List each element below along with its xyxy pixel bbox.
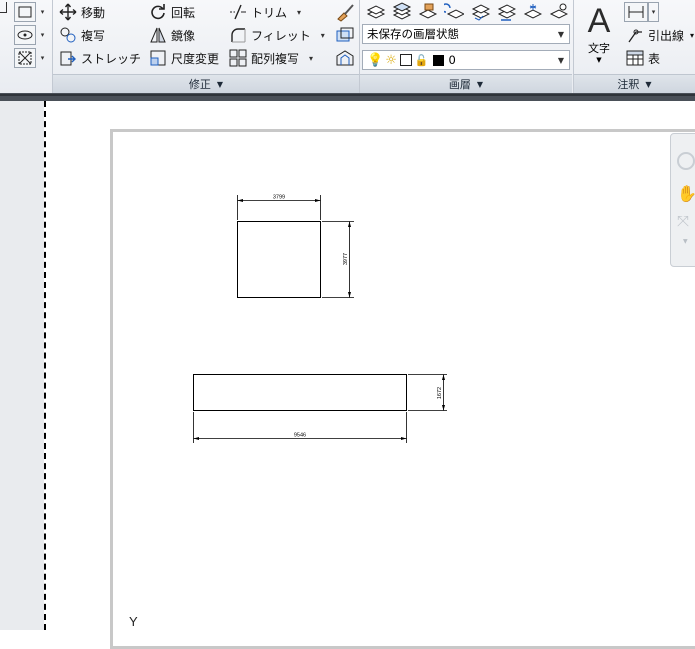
zoom-extents-icon[interactable]: ⤧ <box>677 212 689 230</box>
rectangle-shape-2[interactable] <box>193 374 407 411</box>
drawing-geometry[interactable]: 3799 3977 1672 9546 Y <box>0 0 695 630</box>
dimension-bottom-text: 9546 <box>294 433 306 439</box>
ucs-y-label: Y <box>129 614 138 629</box>
dimension-side-text: 1672 <box>437 387 443 399</box>
steering-wheel-icon[interactable] <box>677 152 695 170</box>
rectangle-shape-1[interactable] <box>237 221 321 298</box>
dimension-top[interactable]: 3799 <box>237 195 321 221</box>
dimension-right-text: 3977 <box>343 253 349 265</box>
dimension-right[interactable]: 3977 <box>322 221 354 298</box>
pan-hand-icon[interactable]: ✋ <box>677 184 695 203</box>
navigation-bar: ✋ ⤧ ▼ <box>670 133 695 267</box>
dimension-top-text: 3799 <box>273 195 285 201</box>
dimension-side[interactable]: 1672 <box>408 374 447 411</box>
zoom-dropdown-icon[interactable]: ▼ <box>683 238 688 245</box>
dimension-bottom[interactable]: 9546 <box>193 412 407 443</box>
